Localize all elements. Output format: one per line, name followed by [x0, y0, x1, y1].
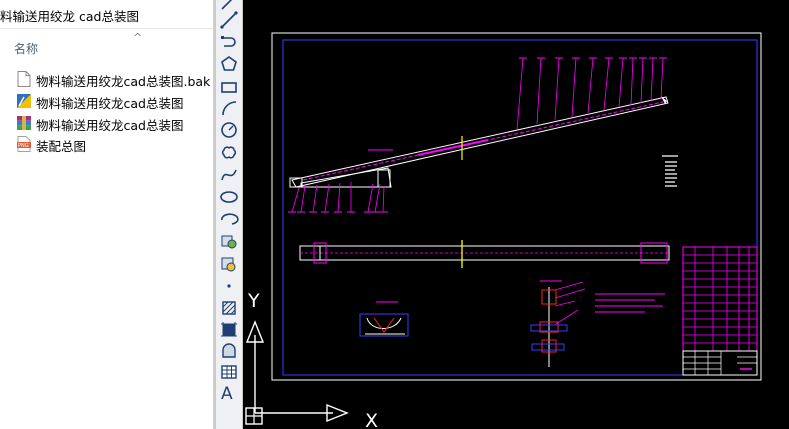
- polyline-icon[interactable]: [219, 32, 239, 52]
- file-name: 物料输送用绞龙cad总装图: [36, 96, 184, 111]
- make-block-icon[interactable]: [219, 254, 239, 274]
- point-icon[interactable]: [219, 276, 239, 296]
- png-image-icon: PNG: [17, 136, 31, 152]
- file-name: 物料输送用绞龙cad总装图.bak: [36, 74, 211, 89]
- parts-list-table: [682, 246, 758, 352]
- folder-path-title: 料输送用绞龙 cad总装图: [0, 9, 139, 24]
- circle-icon[interactable]: [219, 120, 239, 140]
- ucs-y-label: Y: [247, 290, 260, 312]
- file-item-dwg[interactable]: 物料输送用绞龙cad总装图: [0, 90, 213, 112]
- rar-archive-icon: [17, 115, 31, 131]
- title-block: [682, 350, 758, 376]
- ellipse-icon[interactable]: [219, 187, 239, 207]
- inclined-auger-view: [288, 57, 669, 213]
- multiline-text-tool[interactable]: A: [221, 384, 233, 404]
- horizontal-auger-view: [299, 240, 670, 268]
- drawing-canvas[interactable]: Y X: [243, 0, 789, 429]
- rectangle-icon[interactable]: [219, 77, 239, 97]
- table-icon[interactable]: [219, 362, 239, 382]
- trough-cross-section: [359, 301, 409, 337]
- file-name: 物料输送用绞龙cad总装图: [36, 118, 184, 133]
- gradient-icon[interactable]: [219, 320, 239, 340]
- revision-cloud-icon[interactable]: [219, 142, 239, 162]
- insert-block-icon[interactable]: [219, 231, 239, 251]
- file-explorer-panel: 料输送用绞龙 cad总装图 名称 ^ 物料输送用绞龙cad总装图.bak 物料输…: [0, 0, 213, 429]
- column-header-name[interactable]: 名称 ^: [0, 31, 213, 60]
- ucs-x-label: X: [365, 410, 378, 429]
- file-item-rar[interactable]: 物料输送用绞龙cad总装图: [0, 112, 213, 134]
- divider: [0, 28, 213, 29]
- sort-chevron-icon: ^: [133, 31, 143, 44]
- file-name: 装配总图: [36, 139, 87, 154]
- construction-line-icon[interactable]: [219, 10, 239, 30]
- sheet-outer-frame: [271, 32, 762, 381]
- svg-text:PNG: PNG: [18, 143, 29, 149]
- dwg-file-icon: [17, 93, 31, 109]
- column-header-label: 名称: [14, 42, 39, 56]
- draw-toolbar: A: [215, 0, 243, 429]
- polygon-icon[interactable]: [219, 54, 239, 74]
- ucs-axis-icon: [245, 320, 349, 425]
- hatch-icon[interactable]: [219, 298, 239, 318]
- ellipse-arc-icon[interactable]: [219, 209, 239, 229]
- spline-icon[interactable]: [219, 165, 239, 185]
- technical-notes: [662, 155, 678, 187]
- region-icon[interactable]: [219, 342, 239, 362]
- file-item-bak[interactable]: 物料输送用绞龙cad总装图.bak: [0, 68, 213, 90]
- shaft-detail: [530, 280, 665, 367]
- arc-icon[interactable]: [219, 98, 239, 118]
- file-item-png[interactable]: PNG 装配总图: [0, 133, 213, 155]
- blank-file-icon: [17, 71, 31, 87]
